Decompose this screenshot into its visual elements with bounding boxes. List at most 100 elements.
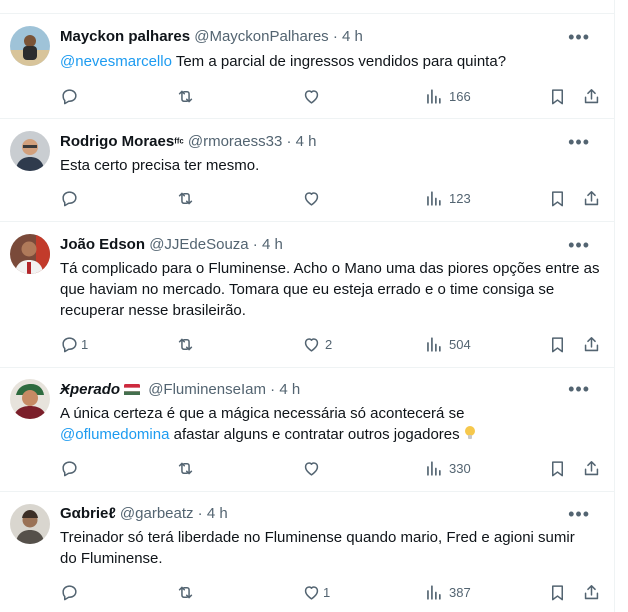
author-handle[interactable]: @rmoraess33 <box>188 133 282 150</box>
author-handle[interactable]: @FluminenseIam <box>148 381 266 398</box>
share-icon <box>584 584 599 599</box>
tweet-text-content: Tem a parcial de ingressos vendidos para… <box>171 53 507 70</box>
views-button[interactable]: 504 <box>424 334 471 354</box>
author-handle[interactable]: @JJEdeSouza <box>149 236 248 253</box>
views-button[interactable]: 166 <box>424 86 471 106</box>
views-icon <box>427 336 441 352</box>
like-button[interactable]: 2 <box>302 334 332 354</box>
bookmark-button[interactable] <box>548 458 567 478</box>
timestamp[interactable]: 4 h <box>296 133 317 150</box>
reply-icon <box>62 190 77 206</box>
retweet-button[interactable] <box>176 582 195 602</box>
retweet-button[interactable] <box>176 86 195 106</box>
tweet[interactable]: Gαbrieℓ @garbeatz · 4 h ••• Treinador só… <box>0 492 614 612</box>
like-button[interactable] <box>302 188 327 208</box>
author-name[interactable]: João Edson <box>60 236 145 253</box>
more-icon[interactable]: ••• <box>568 504 590 524</box>
hungary-flag-icon <box>124 384 141 395</box>
tweet-text: A única certeza é que a mágica necessári… <box>60 403 600 445</box>
reply-icon <box>62 88 77 104</box>
bookmark-button[interactable] <box>548 582 567 602</box>
tweet-header: Rodrigo Moraesᶠᶠᶜ @rmoraess33 · 4 h <box>60 132 317 153</box>
more-icon[interactable]: ••• <box>568 132 590 152</box>
tweet-text-content: Esta certo precisa ter mesmo. <box>60 157 260 174</box>
reply-button[interactable] <box>60 582 85 602</box>
author-handle[interactable]: @garbeatz <box>120 505 194 522</box>
tweet-text: Tá complicado para o Fluminense. Acho o … <box>60 258 600 321</box>
timestamp[interactable]: 4 h <box>262 236 283 253</box>
share-button[interactable] <box>582 188 601 208</box>
bookmark-button[interactable] <box>548 188 567 208</box>
reply-button[interactable]: 1 <box>60 334 88 354</box>
timestamp[interactable]: 4 h <box>342 28 363 45</box>
avatar[interactable] <box>10 379 50 419</box>
retweet-button[interactable] <box>176 458 195 478</box>
tweet-header: Ӿperado @FluminenseIam · 4 h <box>60 380 300 400</box>
author-name[interactable]: Rodrigo Moraesᶠᶠᶜ <box>60 133 184 150</box>
views-icon <box>427 584 441 600</box>
bookmark-icon <box>551 584 564 600</box>
author-handle[interactable]: @MayckonPalhares <box>194 28 328 45</box>
reply-button[interactable] <box>60 458 85 478</box>
view-count: 504 <box>449 336 471 352</box>
like-icon <box>304 337 319 352</box>
more-icon[interactable]: ••• <box>568 379 590 399</box>
author-name-text: Rodrigo Moraes <box>60 133 175 150</box>
timestamp[interactable]: 4 h <box>207 505 228 522</box>
avatar[interactable] <box>10 234 50 274</box>
author-name[interactable]: Mayckon palhares <box>60 28 190 45</box>
tweet-actions: 1 387 <box>60 582 604 602</box>
tweet[interactable]: Rodrigo Moraesᶠᶠᶜ @rmoraess33 · 4 h ••• … <box>0 119 614 222</box>
like-button[interactable] <box>302 86 327 106</box>
more-icon[interactable]: ••• <box>568 27 590 47</box>
like-icon <box>304 585 319 600</box>
separator: · <box>248 236 262 253</box>
author-name[interactable]: Ӿperado <box>60 381 144 398</box>
share-button[interactable] <box>582 334 601 354</box>
bookmark-button[interactable] <box>548 334 567 354</box>
mention-link[interactable]: @nevesmarcello <box>60 53 172 70</box>
tweet-actions: 166 <box>60 86 604 106</box>
views-button[interactable]: 387 <box>424 582 471 602</box>
reply-button[interactable] <box>60 86 85 106</box>
avatar[interactable] <box>10 26 50 66</box>
views-button[interactable]: 123 <box>424 188 471 208</box>
tweet-text-content: A única certeza é que a mágica necessári… <box>60 405 465 422</box>
share-button[interactable] <box>582 582 601 602</box>
like-button[interactable]: 1 <box>302 582 330 602</box>
tweet-header: Mayckon palhares @MayckonPalhares · 4 h <box>60 27 363 47</box>
views-icon <box>427 88 441 104</box>
mention-link[interactable]: @oflumedomina <box>60 426 169 443</box>
bookmark-icon <box>551 190 564 206</box>
reply-button[interactable] <box>60 188 85 208</box>
share-button[interactable] <box>582 458 601 478</box>
tweet[interactable]: Ӿperado @FluminenseIam · 4 h ••• A única… <box>0 368 614 492</box>
column-border <box>614 0 615 612</box>
author-name[interactable]: Gαbrieℓ <box>60 505 116 522</box>
retweet-button[interactable] <box>176 188 195 208</box>
views-icon <box>427 190 441 206</box>
retweet-button[interactable] <box>176 334 195 354</box>
tweet-text-content: Tá complicado para o Fluminense. Acho o … <box>60 260 600 319</box>
bookmark-icon <box>551 88 564 104</box>
more-icon[interactable]: ••• <box>568 235 590 255</box>
like-count: 1 <box>323 584 331 600</box>
like-button[interactable] <box>302 458 327 478</box>
views-button[interactable]: 330 <box>424 458 471 478</box>
tweet-text: Esta certo precisa ter mesmo. <box>60 155 600 176</box>
share-icon <box>584 88 599 103</box>
tweet[interactable]: Mayckon palhares @MayckonPalhares · 4 h … <box>0 14 614 119</box>
like-icon <box>304 191 319 206</box>
tweet[interactable]: João Edson @JJEdeSouza · 4 h ••• Tá comp… <box>0 222 614 368</box>
retweet-icon <box>178 192 193 204</box>
separator: · <box>328 28 343 45</box>
author-name-text: Ӿperado <box>60 381 121 398</box>
reply-icon <box>62 584 77 600</box>
timestamp[interactable]: 4 h <box>279 381 300 398</box>
share-button[interactable] <box>582 86 601 106</box>
reply-icon <box>62 336 77 352</box>
avatar[interactable] <box>10 131 50 171</box>
bookmark-button[interactable] <box>548 86 567 106</box>
avatar[interactable] <box>10 504 50 544</box>
bookmark-icon <box>551 460 564 476</box>
